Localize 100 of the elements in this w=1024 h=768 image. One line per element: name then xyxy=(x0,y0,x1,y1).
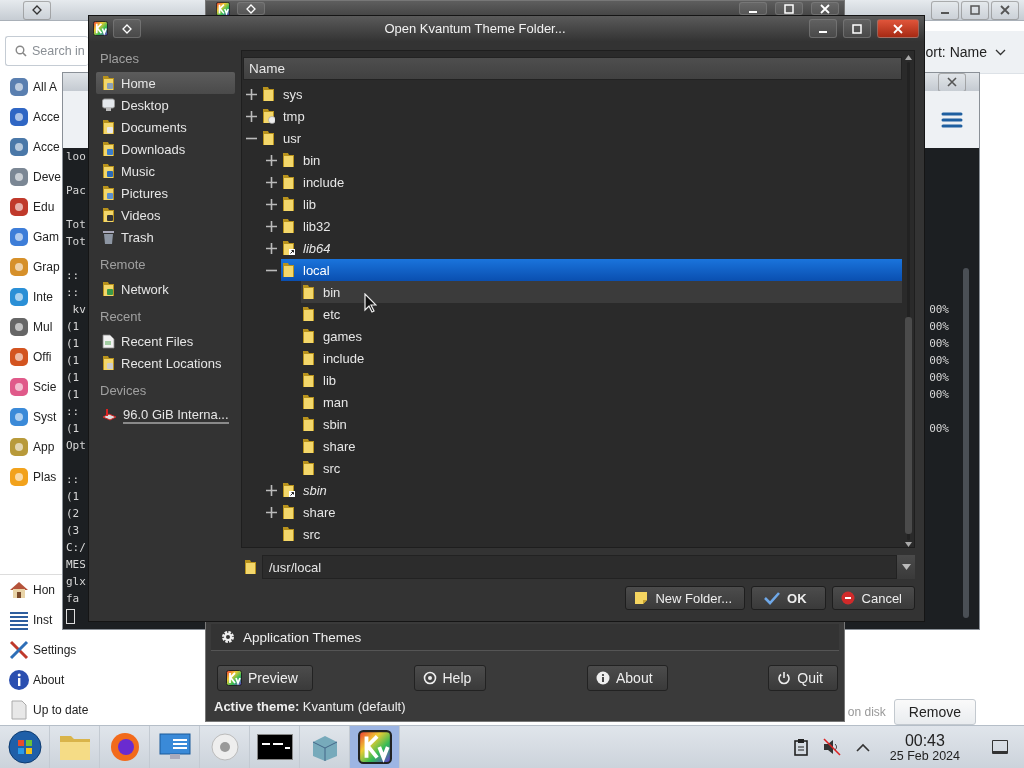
places-item[interactable]: Recent Locations xyxy=(96,352,235,374)
tree-item[interactable]: sys xyxy=(261,83,902,105)
tree-item[interactable]: usr xyxy=(261,127,902,149)
terminal-text: MES xyxy=(66,557,86,573)
tree-item[interactable]: etc xyxy=(301,303,902,325)
tree-item[interactable]: include xyxy=(281,171,902,193)
places-item[interactable]: 96.0 GiB Interna... xyxy=(96,404,235,426)
expand-icon[interactable] xyxy=(266,484,277,496)
pin-button[interactable] xyxy=(23,0,51,20)
places-item[interactable]: Pictures xyxy=(96,182,235,204)
places-item[interactable]: Trash xyxy=(96,226,235,248)
tree-item[interactable]: bin xyxy=(281,149,902,171)
places-item[interactable]: Documents xyxy=(96,116,235,138)
cancel-button[interactable]: Cancel xyxy=(831,586,915,610)
expand-icon[interactable] xyxy=(266,198,277,210)
tree-item[interactable]: local xyxy=(281,259,902,281)
menu-item[interactable]: Grap xyxy=(0,252,60,282)
places-item[interactable]: Desktop xyxy=(96,94,235,116)
tree-item[interactable]: src xyxy=(301,457,902,479)
places-item[interactable]: Recent Files xyxy=(96,330,235,352)
expand-icon[interactable] xyxy=(266,176,277,188)
close-button[interactable] xyxy=(877,19,919,38)
places-item[interactable]: Home xyxy=(96,72,235,94)
clipboard-icon[interactable] xyxy=(793,738,808,756)
menu-item[interactable]: Offi xyxy=(0,342,52,372)
caret-up-icon[interactable] xyxy=(855,742,870,752)
path-field[interactable]: /usr/local xyxy=(262,555,897,579)
show-desktop-button[interactable] xyxy=(992,740,1008,754)
expand-icon[interactable] xyxy=(266,242,277,254)
menu-item[interactable]: Up to date xyxy=(0,695,89,725)
tree-item[interactable]: tmp xyxy=(261,105,902,127)
scroll-up-arrow-icon[interactable] xyxy=(904,55,912,60)
expand-icon[interactable] xyxy=(266,506,277,518)
menu-item[interactable]: Inte xyxy=(0,282,53,312)
clock[interactable]: 00:43 25 Feb 2024 xyxy=(889,731,960,763)
quit-button[interactable]: Quit xyxy=(768,665,838,691)
menu-item[interactable]: Plas xyxy=(0,462,57,492)
tree-item[interactable]: games xyxy=(301,325,902,347)
menu-item[interactable]: Scie xyxy=(0,372,57,402)
column-header[interactable]: Name xyxy=(243,57,902,80)
muted-speaker-icon[interactable] xyxy=(821,738,842,756)
tree-item[interactable]: lib64 xyxy=(281,237,902,259)
dropdown-button[interactable] xyxy=(897,555,915,579)
tree-item[interactable]: include xyxy=(301,347,902,369)
about-button[interactable]: About xyxy=(587,665,668,691)
places-item[interactable]: Downloads xyxy=(96,138,235,160)
expand-icon[interactable] xyxy=(266,154,277,166)
tree-item[interactable]: sbin xyxy=(281,479,902,501)
tab[interactable]: Application Themes xyxy=(211,624,839,651)
pin-button[interactable] xyxy=(237,2,265,15)
tree-item[interactable]: share xyxy=(281,501,902,523)
maximize-button[interactable] xyxy=(775,2,803,15)
menu-item[interactable]: App xyxy=(0,432,55,462)
new-folder-button[interactable]: New Folder... xyxy=(625,586,746,610)
minimize-button[interactable] xyxy=(739,2,767,15)
menu-item[interactable]: Mul xyxy=(0,312,53,342)
expand-icon[interactable] xyxy=(246,110,257,122)
tree-item[interactable]: lib xyxy=(301,369,902,391)
tree-item[interactable]: sbin xyxy=(301,413,902,435)
menu-item[interactable]: About xyxy=(0,665,65,695)
menu-item[interactable]: Edu xyxy=(0,192,55,222)
places-item[interactable]: Videos xyxy=(96,204,235,226)
rainbow-logo-icon xyxy=(93,21,108,36)
pin-button[interactable] xyxy=(113,19,141,38)
sort-dropdown[interactable]: ort: Name xyxy=(925,44,1006,60)
remove-button[interactable]: Remove xyxy=(893,699,976,725)
tree-item[interactable]: lib xyxy=(281,193,902,215)
tree-item[interactable]: lib32 xyxy=(281,215,902,237)
menu-item[interactable]: Inst xyxy=(0,605,53,635)
expand-icon[interactable] xyxy=(266,220,277,232)
ok-button[interactable]: OK xyxy=(751,586,826,610)
preview-button[interactable]: Preview xyxy=(217,665,313,691)
tree-item[interactable]: man xyxy=(301,391,902,413)
help-button[interactable]: Help xyxy=(413,665,487,691)
menu-item[interactable]: All A xyxy=(0,72,57,102)
menu-item[interactable]: Acce xyxy=(0,102,60,132)
close-button[interactable] xyxy=(938,72,966,92)
minimize-button[interactable] xyxy=(931,0,959,20)
folder-icon xyxy=(282,152,295,168)
menu-item[interactable]: Acce xyxy=(0,132,60,162)
maximize-button[interactable] xyxy=(961,0,989,20)
tree-item[interactable]: src xyxy=(281,523,902,545)
search-field[interactable]: Search in xyxy=(5,36,88,66)
scrollbar[interactable] xyxy=(963,268,969,618)
menu-item[interactable]: Hon xyxy=(0,575,55,605)
minimize-button[interactable] xyxy=(809,19,837,38)
menu-item[interactable]: Deve xyxy=(0,162,61,192)
menu-item[interactable]: Settings xyxy=(0,635,77,665)
tree-item[interactable]: bin xyxy=(301,281,902,303)
scroll-down-arrow-icon[interactable] xyxy=(904,542,912,547)
taskbar-button[interactable] xyxy=(350,726,400,768)
menu-item[interactable]: Gam xyxy=(0,222,59,252)
places-item[interactable]: Music xyxy=(96,160,235,182)
maximize-button[interactable] xyxy=(843,19,871,38)
places-item[interactable]: Network xyxy=(96,278,235,300)
menu-item[interactable]: Syst xyxy=(0,402,57,432)
expand-icon[interactable] xyxy=(246,88,257,100)
tree-item[interactable]: share xyxy=(301,435,902,457)
close-button[interactable] xyxy=(811,2,839,15)
close-button[interactable] xyxy=(991,0,1019,20)
